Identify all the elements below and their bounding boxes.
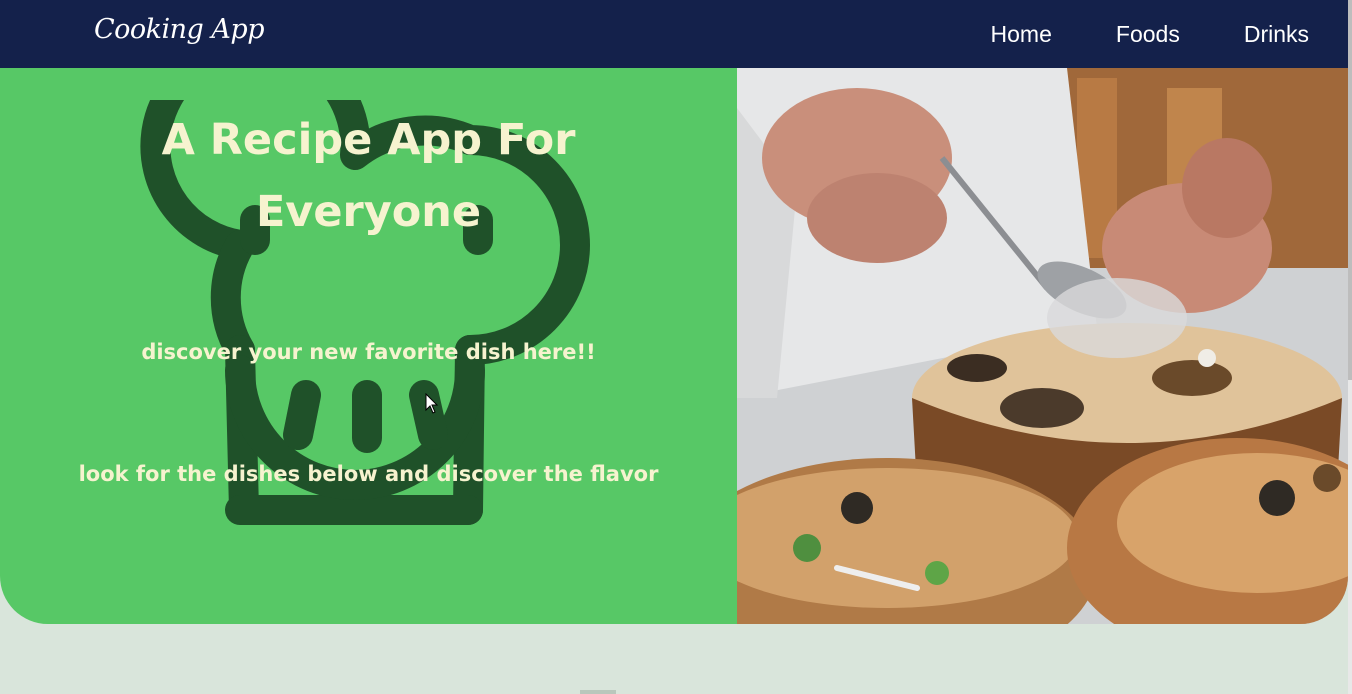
hero-title-line1: A Recipe App For — [161, 115, 576, 165]
hero-subtitle-look: look for the dishes below and discover t… — [78, 462, 659, 486]
hero-photo — [737, 68, 1348, 624]
nav-link-drinks[interactable]: Drinks — [1244, 21, 1309, 48]
page-scrollbar[interactable] — [1348, 0, 1352, 694]
nav-link-home[interactable]: Home — [991, 21, 1052, 48]
hero-title: A Recipe App For Everyone — [0, 104, 737, 248]
top-navbar: Cooking App Home Foods Drinks — [0, 0, 1348, 68]
nav-links: Home Foods Drinks — [927, 0, 1309, 68]
scrollbar-thumb[interactable] — [1348, 0, 1352, 380]
mouse-cursor-icon — [425, 393, 439, 414]
chef-plating-photo — [737, 68, 1348, 624]
section-divider — [580, 690, 616, 694]
hero-title-line2: Everyone — [255, 187, 482, 237]
hero-section: A Recipe App For Everyone discover your … — [0, 68, 1348, 624]
app-logo[interactable]: Cooking App — [94, 14, 265, 45]
hero-subtitle-discover: discover your new favorite dish here!! — [141, 340, 596, 364]
nav-link-foods[interactable]: Foods — [1116, 21, 1180, 48]
hero-text-panel: A Recipe App For Everyone discover your … — [0, 68, 737, 624]
